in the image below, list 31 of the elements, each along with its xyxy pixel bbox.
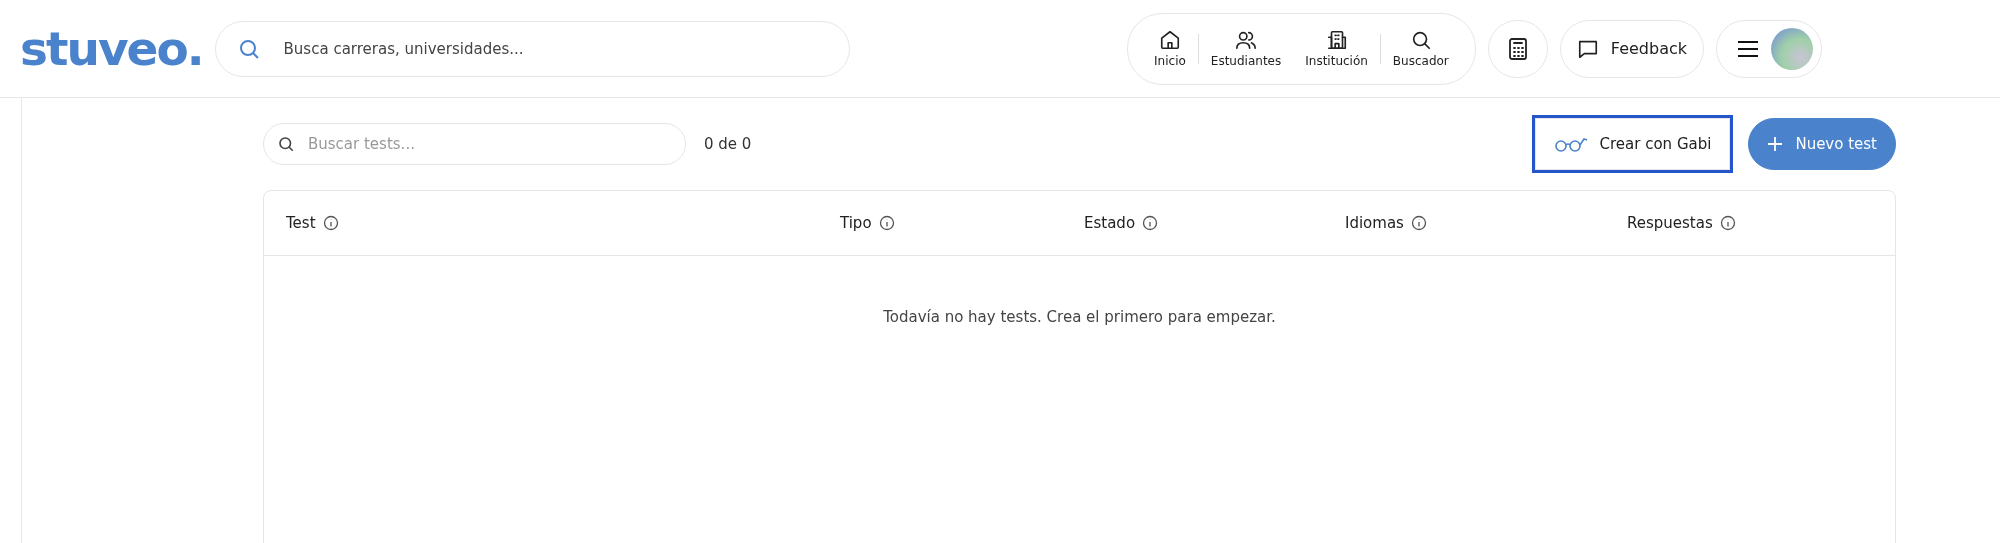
info-icon [1719,215,1736,231]
nav-item[interactable]: Buscador [1380,29,1461,68]
search-field[interactable]: Buscar tests... [263,123,686,165]
new-test-button[interactable]: Nuevo test [1748,118,1896,170]
nav-item[interactable]: Inicio [1142,29,1198,68]
column-header: Estado [1084,214,1136,232]
logo[interactable]: stuveo. [20,21,203,76]
calculator-icon [1506,36,1529,61]
info-icon [878,215,895,231]
users-icon [1235,29,1258,51]
info-icon [1410,215,1427,231]
result-count: 0 de 0 [704,135,752,153]
nav-item[interactable]: Institución [1293,29,1380,68]
empty-message: Todavía no hay tests. Crea el primero para empezar. [882,308,1277,326]
building-icon [1325,29,1348,51]
column-header: Test [286,214,316,232]
create-with-assistant-button[interactable]: Crear con Gabi [1534,118,1731,170]
home-icon [1158,29,1181,51]
search-field[interactable]: Busca carreras, universidades... [214,20,850,77]
avatar [1771,27,1813,70]
column-header: Idiomas [1345,214,1404,232]
feedback-button[interactable]: Feedback [1559,19,1704,78]
search-icon [277,135,295,153]
plus-icon [1767,136,1784,152]
menu-icon [1737,39,1759,58]
nav-item[interactable]: Estudiantes [1198,29,1294,68]
column-header: Respuestas [1627,214,1713,232]
glasses-icon [1553,135,1588,153]
info-icon [322,215,339,231]
info-icon [1142,215,1159,231]
column-header: Tipo [840,214,872,232]
